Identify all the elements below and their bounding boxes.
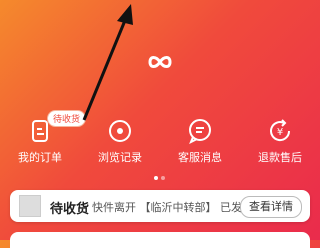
quick-action-label: 客服消息 — [178, 151, 222, 164]
quick-action-history[interactable]: 浏览记录 — [88, 116, 152, 166]
view-details-button[interactable]: 查看详情 — [240, 196, 302, 218]
quick-action-refund[interactable]: ¥ 退款售后 — [248, 116, 312, 166]
refund-yen-icon: ¥ — [270, 119, 291, 142]
quick-action-label: 退款售后 — [258, 151, 302, 164]
quick-action-label: 浏览记录 — [98, 151, 142, 164]
chat-bubble-icon — [189, 119, 211, 144]
pagination-dot-active[interactable] — [154, 176, 158, 180]
product-thumbnail — [19, 195, 41, 217]
order-status-card[interactable]: 待收货 快件离开 【临沂中转部】 已发... 查看详情 — [10, 190, 310, 222]
orders-pending-badge: 待收货 — [47, 110, 87, 127]
pagination-dots — [154, 176, 166, 180]
infinity-icon — [148, 56, 172, 68]
svg-text:¥: ¥ — [277, 127, 283, 138]
next-card-edge — [10, 232, 310, 248]
eye-icon — [109, 120, 131, 142]
pagination-dot[interactable] — [161, 176, 165, 180]
quick-action-service[interactable]: 客服消息 — [168, 116, 232, 166]
order-status-label: 待收货 — [50, 202, 90, 217]
shipping-description: 快件离开 【临沂中转部】 已发... — [92, 201, 242, 214]
quick-action-label: 我的订单 — [18, 151, 62, 164]
